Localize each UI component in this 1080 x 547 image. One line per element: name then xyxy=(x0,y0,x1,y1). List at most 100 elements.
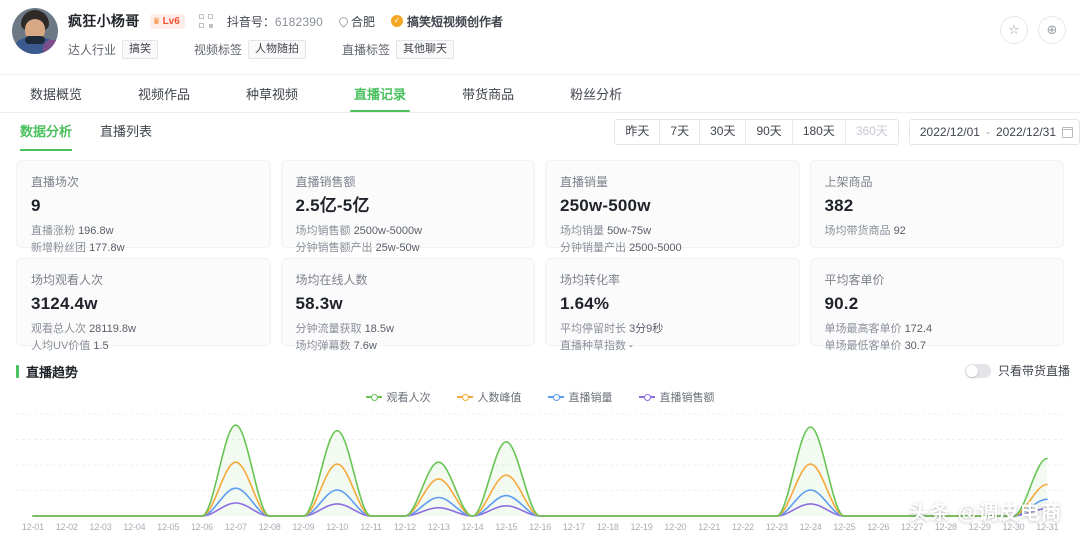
x-tick: 12-04 xyxy=(123,522,146,532)
chart-svg xyxy=(16,413,1064,517)
avatar[interactable] xyxy=(12,8,58,54)
range-7days[interactable]: 7天 xyxy=(660,120,701,144)
douyin-id-label: 抖音号： xyxy=(226,14,275,29)
chart-series-line xyxy=(32,502,1048,517)
x-tick: 12-23 xyxy=(765,522,788,532)
legend-item-peak[interactable]: 人数峰值 xyxy=(456,389,522,405)
legend-marker-volume xyxy=(547,393,564,401)
date-filters: 昨天 7天 30天 90天 180天 360天 2022/12/01 - 202… xyxy=(614,119,1080,145)
chart-series-line xyxy=(32,461,1048,517)
x-tick: 12-22 xyxy=(731,522,754,532)
x-tick: 12-24 xyxy=(799,522,822,532)
x-tick: 12-02 xyxy=(55,522,78,532)
crown-icon: ♛ xyxy=(152,15,161,26)
stat-sub: 场均销售额 2500w-5000w xyxy=(295,225,423,237)
stat-sub: 场均弹幕数 7.6w xyxy=(295,340,377,352)
main-tabs: 数据概览 视频作品 种草视频 直播记录 带货商品 粉丝分析 xyxy=(0,75,1080,113)
stat-sub: 观看总人次 28119.8w xyxy=(31,323,136,335)
tag-label-video: 视频标签 xyxy=(194,42,243,57)
legend-label-peak: 人数峰值 xyxy=(477,392,522,404)
tag-group-industry: 达人行业 搞笑 xyxy=(68,39,159,59)
chart-series-line xyxy=(32,487,1048,517)
profile-primary-row: 疯狂小杨哥 ♛ Lv6 抖音号：6182390 合肥 ✓ 搞笑短视频创作者 xyxy=(68,10,1080,32)
range-90days[interactable]: 90天 xyxy=(746,120,793,144)
x-tick: 12-16 xyxy=(529,522,552,532)
stat-card-avg-views: 场均观看人次 3124.4w 观看总人次 28119.8w 人均UV价值 1.5 xyxy=(16,258,271,352)
stat-title: 上架商品 xyxy=(824,175,873,189)
subtab-data-analysis[interactable]: 数据分析 xyxy=(20,121,73,151)
tag-chip-live[interactable]: 其他聊天 xyxy=(396,39,455,59)
x-tick: 12-20 xyxy=(664,522,687,532)
tab-fans-analysis[interactable]: 粉丝分析 xyxy=(560,84,632,112)
favorite-button[interactable]: ☆ xyxy=(1000,16,1028,44)
stat-value: 1.64% xyxy=(560,294,610,313)
stat-value: 382 xyxy=(824,196,854,215)
tag-label-industry: 达人行业 xyxy=(68,42,117,57)
stat-sub: 场均销量 50w-75w xyxy=(560,225,652,237)
stat-sub: 单场最低客单价 30.7 xyxy=(824,340,926,352)
legend-item-views[interactable]: 观看人次 xyxy=(365,389,431,405)
location-label: 合肥 xyxy=(350,14,375,29)
chart-legend: 观看人次 人数峰值 直播销量 直播销售额 xyxy=(0,388,1080,406)
stat-value: 3124.4w xyxy=(31,294,98,313)
x-tick: 12-18 xyxy=(596,522,619,532)
x-tick: 12-11 xyxy=(360,522,382,532)
stat-sub: 场均带货商品 92 xyxy=(824,225,906,237)
x-tick: 12-01 xyxy=(21,522,44,532)
stat-title: 场均观看人次 xyxy=(31,273,104,287)
range-180days[interactable]: 180天 xyxy=(792,120,846,144)
tag-chip-industry[interactable]: 搞笑 xyxy=(122,39,159,59)
level-badge: ♛ Lv6 xyxy=(149,13,185,29)
tag-label-live: 直播标签 xyxy=(342,42,391,57)
shop-only-toggle[interactable] xyxy=(964,363,991,378)
stat-sub: 平均停留时长 3分9秒 xyxy=(560,323,664,335)
stat-value: 90.2 xyxy=(824,294,859,313)
x-tick: 12-14 xyxy=(461,522,484,532)
x-tick: 12-25 xyxy=(833,522,856,532)
subtab-live-list[interactable]: 直播列表 xyxy=(100,121,152,142)
date-range-picker[interactable]: 2022/12/01 - 2022/12/31 xyxy=(908,119,1080,145)
tab-data-overview[interactable]: 数据概览 xyxy=(20,84,92,112)
stat-sub: 人均UV价值 1.5 xyxy=(31,340,109,352)
stat-sub: 单场最高客单价 172.4 xyxy=(824,323,933,335)
stat-title: 场均转化率 xyxy=(560,273,621,287)
stat-sub: 分钟流量获取 18.5w xyxy=(295,323,394,335)
tab-videos[interactable]: 视频作品 xyxy=(128,84,200,112)
shop-only-toggle-label: 只看带货直播 xyxy=(997,364,1070,378)
profile-tags-row: 达人行业 搞笑 视频标签 人物随拍 直播标签 其他聊天 xyxy=(68,39,1080,59)
x-tick: 12-29 xyxy=(968,522,991,532)
stat-value: 2.5亿-5亿 xyxy=(295,196,370,215)
x-tick: 12-13 xyxy=(427,522,450,532)
stat-card-avg-order-value: 平均客单价 90.2 单场最高客单价 172.4 单场最低客单价 30.7 xyxy=(809,258,1064,352)
content-area: 直播场次 9 直播涨粉 196.8w 新增粉丝团 177.8w 直播销售额 2.… xyxy=(0,150,1080,543)
trend-section-header: 直播趋势 只看带货直播 xyxy=(16,360,1070,382)
tab-live-records[interactable]: 直播记录 xyxy=(344,84,416,112)
stat-sub: 新增粉丝团 177.8w xyxy=(31,242,125,254)
add-button[interactable]: ⊕ xyxy=(1038,16,1066,44)
calendar-icon[interactable] xyxy=(1062,126,1073,138)
range-yesterday[interactable]: 昨天 xyxy=(615,120,661,144)
x-tick: 12-07 xyxy=(224,522,247,532)
chart-plot-area xyxy=(16,406,1064,518)
stat-card-avg-conversion: 场均转化率 1.64% 平均停留时长 3分9秒 直播种草指数 - xyxy=(545,258,800,352)
x-tick: 12-06 xyxy=(190,522,213,532)
x-tick: 12-19 xyxy=(630,522,653,532)
stat-card-grid: 直播场次 9 直播涨粉 196.8w 新增粉丝团 177.8w 直播销售额 2.… xyxy=(0,160,1080,352)
qr-code-icon[interactable] xyxy=(198,14,213,28)
trend-chart: 观看人次 人数峰值 直播销量 直播销售额 12-01 12-02 12-03 1… xyxy=(0,388,1080,543)
x-tick: 12-17 xyxy=(562,522,585,532)
stat-sub: 分钟销售额产出 25w-50w xyxy=(295,242,420,254)
legend-item-volume[interactable]: 直播销量 xyxy=(547,389,613,405)
range-button-group: 昨天 7天 30天 90天 180天 360天 xyxy=(614,119,899,145)
legend-item-amount[interactable]: 直播销售额 xyxy=(638,389,715,405)
tab-products[interactable]: 带货商品 xyxy=(452,84,524,112)
stat-sub: 分钟销量产出 2500-5000 xyxy=(560,242,682,254)
tab-seeding-videos[interactable]: 种草视频 xyxy=(236,84,308,112)
tag-chip-video[interactable]: 人物随拍 xyxy=(248,39,307,59)
x-tick: 12-08 xyxy=(258,522,281,532)
sub-tab-bar: 数据分析 直播列表 昨天 7天 30天 90天 180天 360天 2022/1… xyxy=(0,113,1080,151)
range-360days: 360天 xyxy=(845,120,898,144)
legend-label-amount: 直播销售额 xyxy=(659,392,715,404)
tag-group-video: 视频标签 人物随拍 xyxy=(194,39,307,59)
range-30days[interactable]: 30天 xyxy=(700,120,747,144)
